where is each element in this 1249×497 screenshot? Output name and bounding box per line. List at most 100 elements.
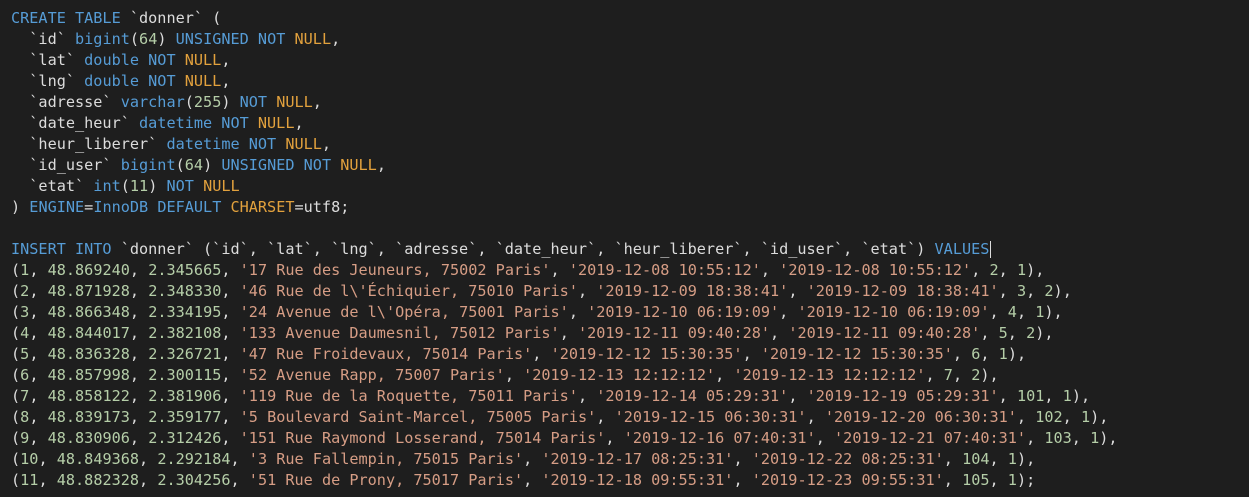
sql-identifier: , <box>29 408 48 426</box>
sql-number: 105 <box>962 471 990 489</box>
sql-number: 1 <box>998 345 1008 363</box>
text-cursor <box>990 241 992 258</box>
sql-identifier: , <box>788 387 807 405</box>
sql-string: '2019-12-17 08:25:31' <box>541 450 734 468</box>
code-editor[interactable]: CREATE TABLE `donner` ( `id` bigint(64) … <box>0 0 1249 497</box>
sql-number: 1 <box>1007 471 1017 489</box>
sql-number: 48.857998 <box>47 366 130 384</box>
sql-identifier: `donner` ( <box>120 9 222 27</box>
sql-number: 7 <box>943 366 953 384</box>
sql-identifier: , <box>943 450 963 468</box>
sql-identifier: ( <box>11 303 21 321</box>
sql-identifier: , <box>815 429 835 447</box>
sql-identifier: , <box>1016 408 1036 426</box>
sql-identifier: , <box>331 30 341 48</box>
sql-identifier: , <box>532 345 551 363</box>
sql-keyword: datetime NOT <box>166 135 286 153</box>
sql-identifier: , <box>733 450 752 468</box>
sql-identifier: , <box>29 387 48 405</box>
sql-number: 3 <box>1016 282 1027 300</box>
sql-identifier: , <box>760 261 780 279</box>
sql-string: '2019-12-13 12:12:12' <box>523 366 716 384</box>
sql-identifier: ), <box>1071 387 1091 405</box>
sql-number: 2.334195 <box>148 303 222 321</box>
sql-identifier: , <box>742 345 761 363</box>
sql-identifier: , <box>943 471 963 489</box>
sql-number: 64 <box>184 156 204 174</box>
sql-number: 11 <box>129 177 149 195</box>
sql-identifier: ( <box>11 366 21 384</box>
sql-identifier: , <box>998 282 1017 300</box>
sql-identifier: , <box>925 366 944 384</box>
sql-number: 48.858122 <box>47 387 130 405</box>
sql-number: 2.326721 <box>148 345 222 363</box>
sql-identifier: , <box>577 387 597 405</box>
sql-identifier: , <box>129 429 149 447</box>
sql-identifier: , <box>550 261 569 279</box>
sql-identifier: , <box>221 51 231 69</box>
sql-identifier: ( <box>184 93 194 111</box>
sql-number: 2 <box>20 282 30 300</box>
sql-string: '51 Rue de Prony, 75017 Paris' <box>248 471 524 489</box>
sql-identifier: , <box>980 324 999 342</box>
sql-string: '2019-12-08 10:55:12' <box>568 261 761 279</box>
sql-identifier: , <box>1062 408 1081 426</box>
sql-identifier: , <box>788 282 807 300</box>
sql-string: '2019-12-14 05:29:31' <box>596 387 789 405</box>
sql-identifier: , <box>504 366 524 384</box>
sql-identifier: , <box>321 135 332 153</box>
sql-string: '2019-12-20 06:30:31' <box>824 408 1017 426</box>
sql-identifier: ), <box>1044 303 1063 321</box>
code-line: `heur_liberer` datetime NOT NULL, <box>11 134 1249 155</box>
sql-keyword: NOT <box>239 93 277 111</box>
code-line: (3, 48.866348, 2.334195, '24 Avenue de l… <box>11 302 1249 323</box>
sql-number: 2 <box>1026 324 1036 342</box>
sql-null-keyword: NULL <box>184 72 222 90</box>
sql-identifier: , <box>559 324 578 342</box>
sql-identifier: , <box>38 471 57 489</box>
sql-number: 9 <box>20 429 30 447</box>
sql-string: '2019-12-23 09:55:31' <box>751 471 944 489</box>
sql-number: 101 <box>1016 387 1045 405</box>
sql-number: 102 <box>1035 408 1063 426</box>
sql-identifier: , <box>1016 303 1036 321</box>
sql-identifier: ( <box>11 471 21 489</box>
sql-string: '2019-12-18 09:55:31' <box>541 471 734 489</box>
sql-string: '119 Rue de la Roquette, 75011 Paris' <box>239 387 578 405</box>
sql-identifier: ) <box>157 30 176 48</box>
code-line: `adresse` varchar(255) NOT NULL, <box>11 92 1249 113</box>
sql-number: 1 <box>1016 261 1027 279</box>
sql-identifier: `lng` <box>11 72 85 90</box>
sql-string: '46 Rue de l\'Échiquier, 75010 Paris' <box>239 282 578 300</box>
code-line: (7, 48.858122, 2.381906, '119 Rue de la … <box>11 386 1249 407</box>
sql-null-keyword: NULL <box>340 156 377 174</box>
sql-identifier: , <box>998 387 1017 405</box>
code-line: `id_user` bigint(64) UNSIGNED NOT NULL, <box>11 155 1249 176</box>
sql-number: 4 <box>1007 303 1017 321</box>
sql-keyword: UNSIGNED NOT <box>221 156 341 174</box>
sql-string: '3 Rue Fallempin, 75015 Paris' <box>248 450 524 468</box>
sql-number: 1 <box>1080 408 1091 426</box>
sql-identifier: , <box>129 303 149 321</box>
sql-identifier: , <box>294 114 304 132</box>
sql-identifier: , <box>1007 324 1027 342</box>
sql-identifier: `date_heur` <box>11 114 140 132</box>
sql-identifier: , <box>989 303 1008 321</box>
sql-identifier: ( <box>129 30 140 48</box>
sql-number: 8 <box>20 408 30 426</box>
sql-identifier: ( <box>11 324 21 342</box>
sql-identifier: , <box>1026 282 1045 300</box>
sql-identifier: , <box>221 429 240 447</box>
sql-identifier: , <box>129 408 149 426</box>
sql-string: '2019-12-12 15:30:35' <box>760 345 953 363</box>
sql-string: '2019-12-12 15:30:35' <box>550 345 743 363</box>
sql-number: 48.839173 <box>47 408 130 426</box>
sql-identifier: , <box>139 471 158 489</box>
sql-identifier: ( <box>175 156 185 174</box>
sql-identifier: , <box>806 408 825 426</box>
sql-null-keyword: NULL <box>285 135 322 153</box>
sql-number: 2 <box>1044 282 1054 300</box>
sql-keyword: INSERT INTO <box>11 240 112 258</box>
sql-identifier: , <box>221 72 231 90</box>
sql-identifier: ), <box>1016 450 1036 468</box>
